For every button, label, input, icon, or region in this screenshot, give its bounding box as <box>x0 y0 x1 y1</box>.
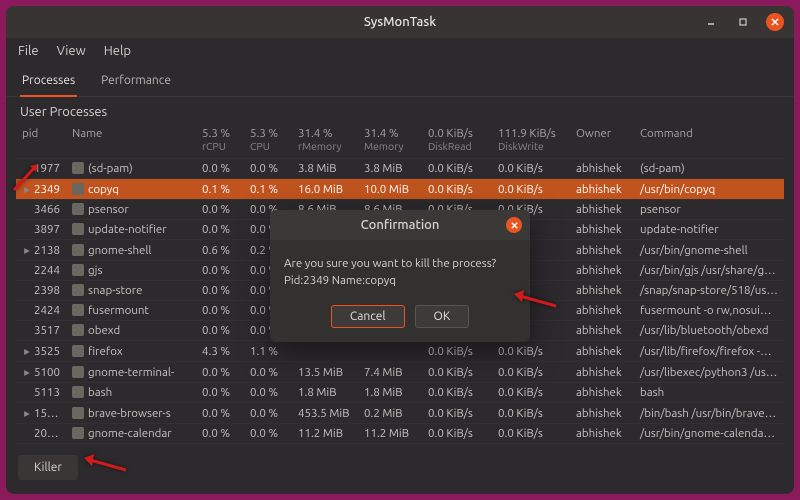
table-row[interactable]: 20925gnome-calendar0.0 %0.0 %11.2 MiB11.… <box>16 424 784 444</box>
dialog-message: Are you sure you want to kill the proces… <box>270 240 530 298</box>
expand-icon[interactable]: ▸ <box>22 243 32 257</box>
app-icon <box>72 264 84 276</box>
app-icon <box>72 203 84 215</box>
app-icon <box>72 304 84 316</box>
col-command[interactable]: Command <box>634 123 784 159</box>
app-icon <box>72 345 84 357</box>
dialog-title: Confirmation <box>270 210 530 240</box>
app-window: SysMonTask File View Help Processes Perf… <box>6 6 794 494</box>
table-row[interactable]: ▸2349copyq0.1 %0.1 %16.0 MiB10.0 MiB0.0 … <box>16 179 784 200</box>
maximize-button[interactable] <box>734 13 752 31</box>
app-icon <box>72 386 84 398</box>
menu-file[interactable]: File <box>18 44 39 58</box>
table-row[interactable]: 5113bash0.0 %0.0 %1.8 MiB1.8 MiB0.0 KiB/… <box>16 383 784 403</box>
killer-button[interactable]: Killer <box>18 455 78 480</box>
table-header: pid Name 5.3 %rCPU 5.3 %CPU 31.4 %rMemor… <box>16 123 784 159</box>
app-icon <box>72 324 84 336</box>
col-pid[interactable]: pid <box>16 123 66 159</box>
dialog-ok-button[interactable]: OK <box>415 305 470 328</box>
expand-icon[interactable]: ▸ <box>22 406 32 420</box>
section-title: User Processes <box>6 97 794 123</box>
menu-help[interactable]: Help <box>104 44 131 58</box>
col-mem[interactable]: 31.4 %Memory <box>358 123 422 159</box>
dialog-close-button[interactable] <box>506 217 522 233</box>
confirmation-dialog: Confirmation Are you sure you want to ki… <box>270 210 530 341</box>
col-owner[interactable]: Owner <box>570 123 634 159</box>
menubar: File View Help <box>6 38 794 64</box>
close-button[interactable] <box>766 13 784 31</box>
app-icon <box>72 162 84 174</box>
table-row[interactable]: 1977(sd-pam)0.0 %0.0 %3.8 MiB3.8 MiB0.0 … <box>16 159 784 179</box>
table-row[interactable]: ▸3525firefox4.3 %1.1 %0.0 KiB/s0.0 KiB/s… <box>16 341 784 362</box>
tab-processes[interactable]: Processes <box>20 68 77 97</box>
expand-icon[interactable]: ▸ <box>22 182 32 196</box>
app-icon <box>72 427 84 439</box>
window-title: SysMonTask <box>364 15 436 29</box>
app-icon <box>72 366 84 378</box>
expand-icon[interactable]: ▸ <box>22 365 32 379</box>
app-icon <box>72 407 84 419</box>
minimize-button[interactable] <box>702 13 720 31</box>
menu-view[interactable]: View <box>57 44 86 58</box>
app-icon <box>72 284 84 296</box>
dialog-cancel-button[interactable]: Cancel <box>331 305 405 328</box>
col-diskwrite[interactable]: 111.9 KiB/sDiskWrite <box>492 123 570 159</box>
col-diskread[interactable]: 0.0 KiB/sDiskRead <box>422 123 492 159</box>
col-cpu[interactable]: 5.3 %CPU <box>244 123 292 159</box>
footer: Killer <box>6 447 794 494</box>
col-rmem[interactable]: 31.4 %rMemory <box>292 123 358 159</box>
app-icon <box>72 223 84 235</box>
col-rcpu[interactable]: 5.3 %rCPU <box>196 123 244 159</box>
table-row[interactable]: ▸5100gnome-terminal-0.0 %0.0 %13.5 MiB7.… <box>16 362 784 383</box>
app-icon <box>72 244 84 256</box>
app-icon <box>72 183 84 195</box>
tab-performance[interactable]: Performance <box>99 68 173 96</box>
col-name[interactable]: Name <box>66 123 196 159</box>
table-row[interactable]: ▸15191brave-browser-s0.0 %0.0 %453.5 MiB… <box>16 403 784 424</box>
titlebar: SysMonTask <box>6 6 794 38</box>
tabs: Processes Performance <box>6 64 794 97</box>
expand-icon[interactable]: ▸ <box>22 344 32 358</box>
